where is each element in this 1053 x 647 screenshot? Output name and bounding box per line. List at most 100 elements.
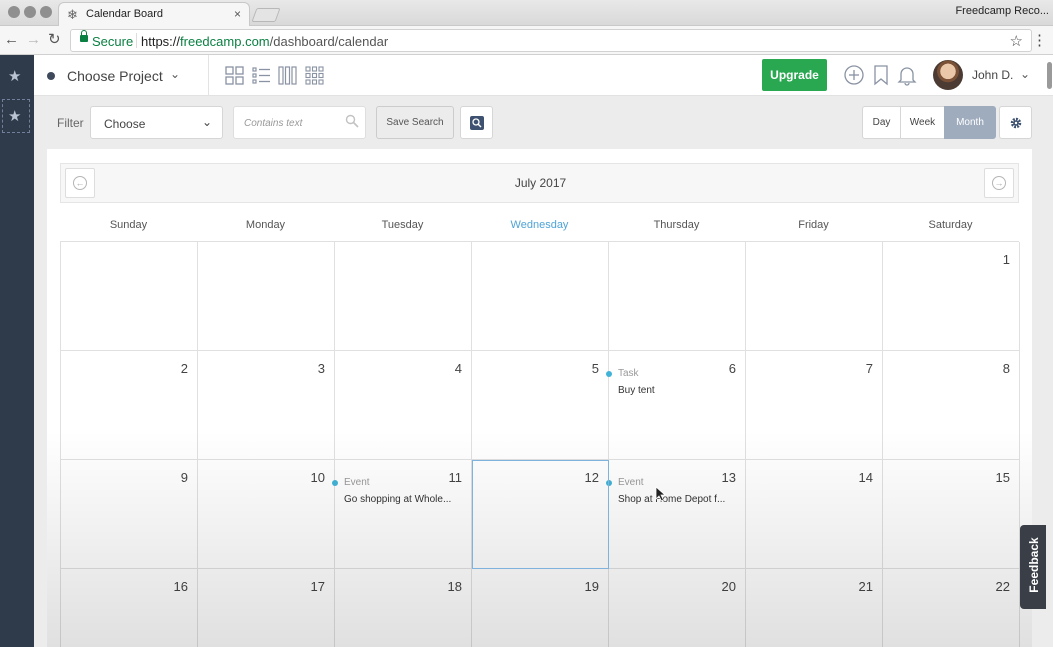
empty-day-cell[interactable] <box>198 242 335 351</box>
day-cell-9[interactable]: 9 <box>61 460 198 569</box>
day-cell-16[interactable]: 16 <box>61 569 198 647</box>
choose-project-dropdown[interactable]: Choose Project <box>67 68 163 84</box>
chevron-down-icon: ⌄ <box>201 115 212 129</box>
day-cell-7[interactable]: 7 <box>746 351 883 460</box>
filter-select[interactable]: Choose ⌄ <box>90 106 223 139</box>
url-text[interactable]: https://freedcamp.com/dashboard/calendar <box>141 34 388 49</box>
calendar-event[interactable]: Event Shop at Home Depot f... <box>606 477 725 505</box>
day-cell-4[interactable]: 4 <box>335 351 472 460</box>
filter-label: Filter <box>57 116 84 130</box>
day-cell-22[interactable]: 22 <box>883 569 1020 647</box>
favorites-star-icon[interactable]: ★ <box>8 67 21 85</box>
week-view-button[interactable]: Week <box>900 106 945 139</box>
day-cell-13[interactable]: 13 Event Shop at Home Depot f... <box>606 460 746 569</box>
reload-icon[interactable]: ↻ <box>48 31 61 49</box>
url-separator <box>136 33 137 48</box>
forward-icon[interactable]: → <box>26 31 41 49</box>
scrollbar-thumb[interactable] <box>1047 62 1052 89</box>
upgrade-button[interactable]: Upgrade <box>762 59 827 91</box>
empty-day-cell[interactable] <box>472 242 609 351</box>
day-cell-8[interactable]: 8 <box>883 351 1020 460</box>
day-number: 17 <box>310 579 325 594</box>
day-number: 3 <box>317 361 325 376</box>
browser-tab[interactable]: ❄ Calendar Board × <box>58 2 250 26</box>
calendar-event[interactable]: Task Buy tent <box>606 368 655 396</box>
day-cell-19[interactable]: 19 <box>472 569 609 647</box>
day-view-button[interactable]: Day <box>862 106 901 139</box>
calendar-panel: ← July 2017 → Sunday Monday Tuesday Wednesd… <box>47 149 1032 647</box>
user-menu-chevron-icon[interactable]: ⌄ <box>1020 67 1030 81</box>
event-dot-icon <box>606 371 612 377</box>
day-cell-18[interactable]: 18 <box>335 569 472 647</box>
url-scheme: https:// <box>141 34 181 49</box>
browser-menu-icon[interactable]: ⋮ <box>1032 31 1047 49</box>
day-cell-11[interactable]: 11 Event Go shopping at Whole... <box>332 460 472 569</box>
lock-icon <box>80 30 88 42</box>
day-cell-3[interactable]: 3 <box>198 351 335 460</box>
day-number: 22 <box>995 579 1010 594</box>
next-month-button[interactable]: → <box>984 168 1014 198</box>
browser-toolbar: ← → ↻ Secure https://freedcamp.com/dashb… <box>0 26 1053 55</box>
empty-day-cell[interactable] <box>335 242 472 351</box>
close-window-button[interactable] <box>8 6 20 18</box>
bookmark-star-icon[interactable]: ☆ <box>1010 32 1023 50</box>
weekday-saturday: Saturday <box>928 219 973 231</box>
advanced-search-button[interactable] <box>460 106 493 139</box>
window-title: Freedcamp Reco... <box>955 5 1049 17</box>
day-cell-2[interactable]: 2 <box>61 351 198 460</box>
empty-day-cell[interactable] <box>61 242 198 351</box>
add-favorite-star-icon[interactable]: ★ <box>8 107 21 125</box>
bell-icon[interactable] <box>896 64 918 86</box>
settings-button[interactable] <box>999 106 1032 139</box>
columns-view-icon[interactable] <box>278 66 297 85</box>
day-cell-5[interactable]: 5 <box>472 351 609 460</box>
day-cell-12[interactable]: 12 <box>472 460 609 569</box>
feedback-tab[interactable]: Feedback <box>1020 525 1046 609</box>
event-type: Task <box>618 368 639 379</box>
new-tab-button[interactable] <box>251 8 281 22</box>
app-header: Choose Project ⌄ Upgrade John D. ⌄ <box>34 55 1053 96</box>
day-cell-21[interactable]: 21 <box>746 569 883 647</box>
day-cell-20[interactable]: 20 <box>609 569 746 647</box>
day-cell-15[interactable]: 15 <box>883 460 1020 569</box>
search-input[interactable] <box>244 115 344 131</box>
empty-day-cell[interactable] <box>746 242 883 351</box>
day-number: 10 <box>310 470 325 485</box>
list-view-icon[interactable] <box>252 66 271 85</box>
user-name[interactable]: John D. <box>972 68 1013 82</box>
add-circle-icon[interactable] <box>843 64 865 86</box>
event-type: Event <box>618 477 644 488</box>
save-search-button[interactable]: Save Search <box>376 106 454 139</box>
project-color-dot <box>47 72 55 80</box>
browser-titlebar: ❄ Calendar Board × Freedcamp Reco... <box>0 0 1053 26</box>
zoom-window-button[interactable] <box>40 6 52 18</box>
day-cell-6[interactable]: 6 Task Buy tent <box>606 351 746 460</box>
day-number: 4 <box>454 361 462 376</box>
filter-select-value: Choose <box>104 117 146 131</box>
search-icon <box>470 116 484 130</box>
weekday-wednesday: Wednesday <box>510 219 569 231</box>
weekday-sunday: Sunday <box>109 219 148 231</box>
month-view-button[interactable]: Month <box>944 106 996 139</box>
day-number: 12 <box>584 470 599 485</box>
search-field[interactable] <box>233 106 366 139</box>
day-cell-17[interactable]: 17 <box>198 569 335 647</box>
address-bar[interactable]: Secure https://freedcamp.com/dashboard/c… <box>70 29 1032 52</box>
url-path: /dashboard/calendar <box>269 34 389 49</box>
day-number: 18 <box>447 579 462 594</box>
board-view-icon[interactable] <box>225 66 244 85</box>
day-number: 7 <box>865 361 873 376</box>
day-cell-10[interactable]: 10 <box>198 460 335 569</box>
minimize-window-button[interactable] <box>24 6 36 18</box>
empty-day-cell[interactable] <box>609 242 746 351</box>
chevron-down-icon[interactable]: ⌄ <box>170 67 180 81</box>
grid-view-icon[interactable] <box>305 66 324 85</box>
tab-close-icon[interactable]: × <box>234 7 241 21</box>
bookmark-icon[interactable] <box>870 64 892 86</box>
back-icon[interactable]: ← <box>4 31 19 49</box>
calendar-event[interactable]: Event Go shopping at Whole... <box>332 477 451 505</box>
day-cell-1[interactable]: 1 <box>883 242 1020 351</box>
avatar[interactable] <box>933 60 963 90</box>
day-number: 6 <box>728 361 736 376</box>
day-cell-14[interactable]: 14 <box>746 460 883 569</box>
